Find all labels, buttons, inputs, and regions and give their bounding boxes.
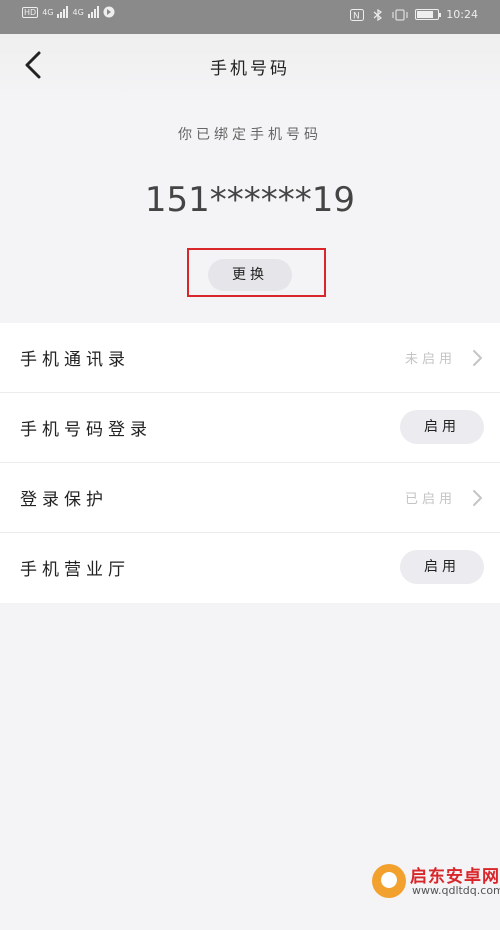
settings-row-login-protection[interactable]: 登录保护 已启用 <box>0 463 500 533</box>
chevron-right-icon <box>473 350 482 366</box>
row-status: 未启用 <box>404 352 456 367</box>
row-label: 手机营业厅 <box>20 560 130 580</box>
network-type-1: 4G <box>42 7 54 17</box>
hd-icon: HD <box>22 6 39 18</box>
signal-icon <box>57 6 69 18</box>
watermark: 启东安卓网 www.qdltdq.com <box>372 860 500 926</box>
page-title: 手机号码 <box>210 59 290 79</box>
nav-bar: 手机号码 <box>0 34 500 98</box>
chevron-right-icon <box>473 490 482 506</box>
network-type-2: 4G <box>72 7 84 17</box>
row-status: 已启用 <box>404 492 456 507</box>
nfc-icon: N <box>350 8 365 21</box>
vibrate-icon <box>392 9 408 20</box>
watermark-url: www.qdltdq.com <box>412 884 500 897</box>
row-label: 登录保护 <box>20 490 108 510</box>
signal-icon-2 <box>87 6 99 18</box>
svg-text:N: N <box>353 11 360 21</box>
status-bar: HD 4G 4G N 10:24 <box>0 0 500 34</box>
highlight-box <box>187 248 326 297</box>
settings-row-mobile-hall: 手机营业厅 启用 <box>0 533 500 603</box>
status-right: N 10:24 <box>350 8 478 21</box>
app-notification-icon <box>103 6 115 18</box>
watermark-logo-icon <box>372 864 406 898</box>
settings-list: 手机通讯录 未启用 手机号码登录 启用 登录保护 已启用 手机营业厅 启用 <box>0 323 500 603</box>
enable-button[interactable]: 启用 <box>400 410 484 444</box>
enable-button[interactable]: 启用 <box>400 550 484 584</box>
battery-icon <box>415 9 442 20</box>
settings-row-contacts[interactable]: 手机通讯录 未启用 <box>0 323 500 393</box>
bluetooth-icon <box>373 8 383 21</box>
row-label: 手机通讯录 <box>20 350 130 370</box>
status-left: HD 4G 4G <box>22 6 115 18</box>
status-time: 10:24 <box>446 8 478 21</box>
settings-row-phone-login: 手机号码登录 启用 <box>0 393 500 463</box>
bound-phone-number: 151******19 <box>144 180 356 220</box>
binding-subtitle: 你已绑定手机号码 <box>178 127 322 143</box>
row-label: 手机号码登录 <box>20 420 152 440</box>
